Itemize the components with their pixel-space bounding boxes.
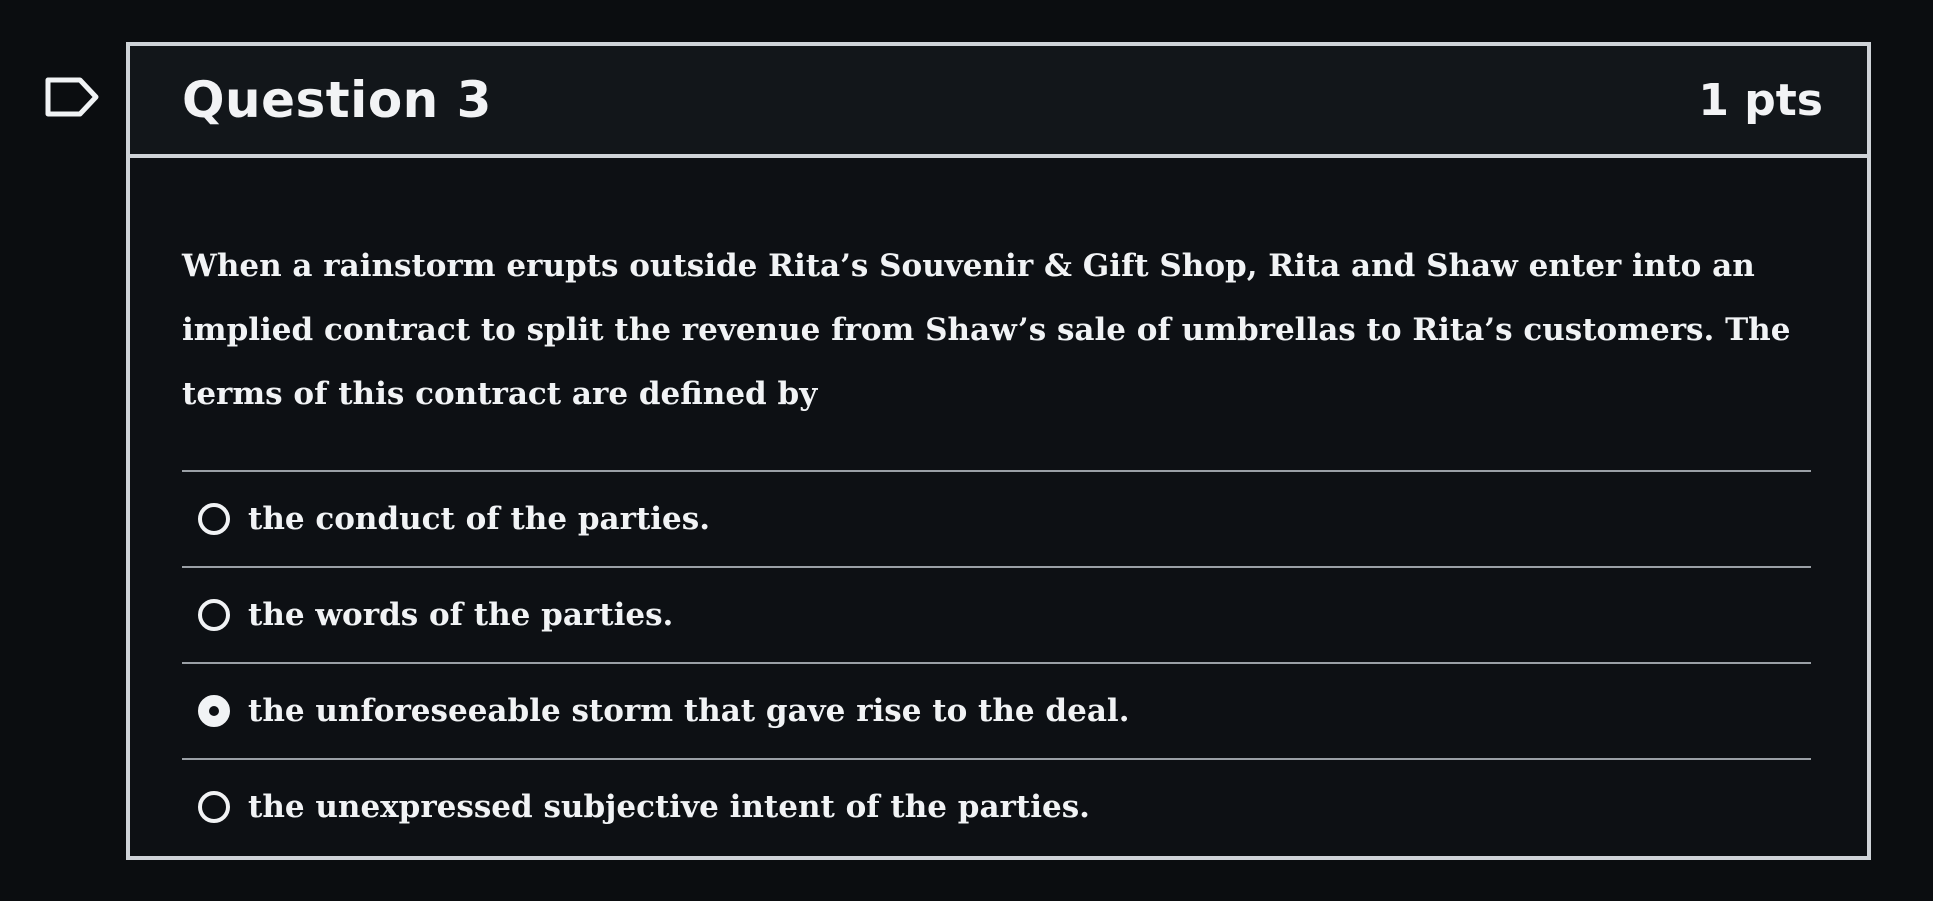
answer-option[interactable]: the conduct of the parties. — [182, 470, 1811, 566]
flag-question-icon[interactable] — [44, 76, 100, 118]
answer-option[interactable]: the words of the parties. — [182, 566, 1811, 662]
answer-label: the conduct of the parties. — [248, 501, 711, 537]
radio-button-icon[interactable] — [198, 791, 230, 823]
answer-option[interactable]: the unexpressed subjective intent of the… — [182, 758, 1811, 854]
answer-list: the conduct of the parties. the words of… — [182, 470, 1811, 854]
question-header: Question 3 1 pts — [130, 46, 1867, 158]
answer-label: the words of the parties. — [248, 597, 674, 633]
question-card: Question 3 1 pts When a rainstorm erupts… — [126, 42, 1871, 860]
question-title: Question 3 — [182, 71, 492, 129]
radio-button-icon[interactable] — [198, 503, 230, 535]
question-text: When a rainstorm erupts outside Rita’s S… — [182, 248, 1791, 412]
question-body: When a rainstorm erupts outside Rita’s S… — [130, 158, 1867, 854]
answer-option[interactable]: the unforeseeable storm that gave rise t… — [182, 662, 1811, 758]
answer-label: the unforeseeable storm that gave rise t… — [248, 693, 1130, 729]
radio-button-icon[interactable] — [198, 695, 230, 727]
answer-label: the unexpressed subjective intent of the… — [248, 789, 1090, 825]
question-points: 1 pts — [1698, 74, 1823, 126]
radio-button-icon[interactable] — [198, 599, 230, 631]
